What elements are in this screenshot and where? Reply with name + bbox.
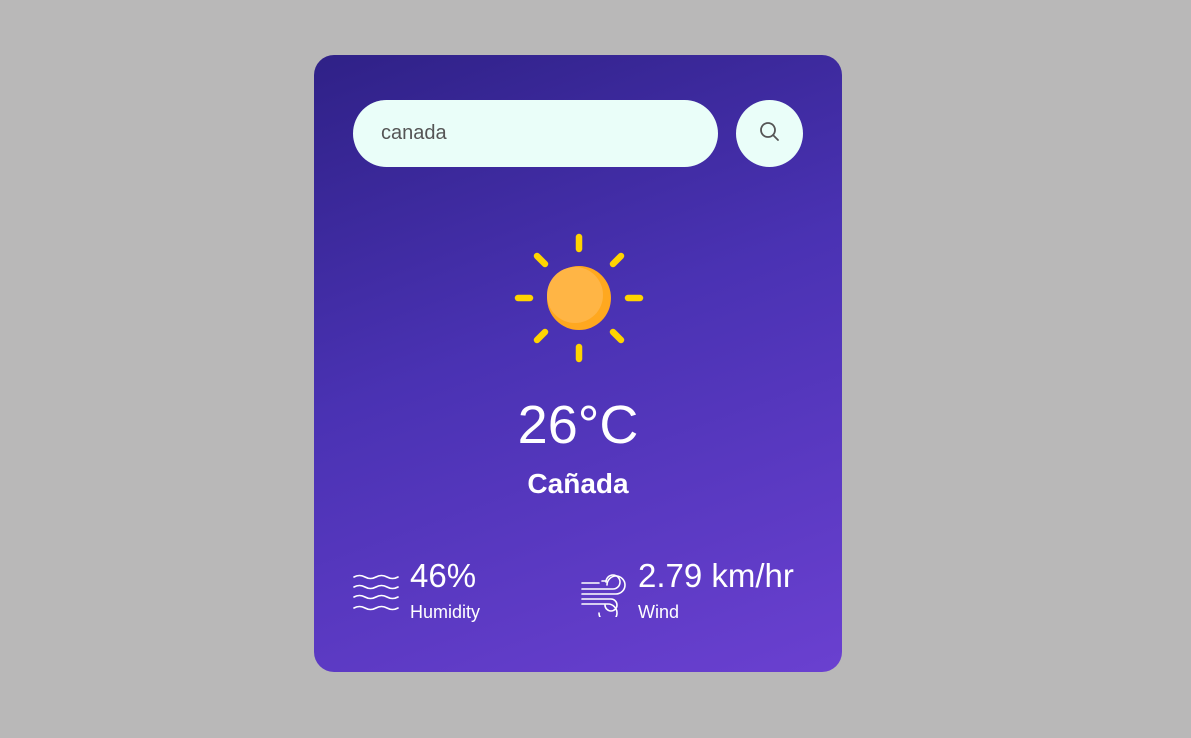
wind-icon bbox=[581, 574, 626, 617]
temperature: 26°C bbox=[517, 395, 639, 455]
wind-label: Wind bbox=[638, 602, 680, 622]
search-button[interactable] bbox=[736, 100, 803, 167]
humidity-info: 46% Humidity bbox=[353, 555, 553, 635]
weather-card: 26°C Cañada 46% Humidity 2.79 km/hr bbox=[314, 55, 842, 672]
wind-info: 2.79 km/hr Wind bbox=[581, 555, 821, 635]
search-input[interactable] bbox=[353, 100, 718, 167]
wind-value: 2.79 km/hr bbox=[638, 557, 794, 594]
humidity-value: 46% bbox=[410, 557, 477, 594]
humidity-waves-icon bbox=[353, 574, 399, 611]
humidity-label: Humidity bbox=[410, 602, 481, 622]
city-name: Cañada bbox=[527, 468, 629, 499]
sun-icon bbox=[514, 233, 644, 363]
search-icon bbox=[759, 121, 779, 141]
